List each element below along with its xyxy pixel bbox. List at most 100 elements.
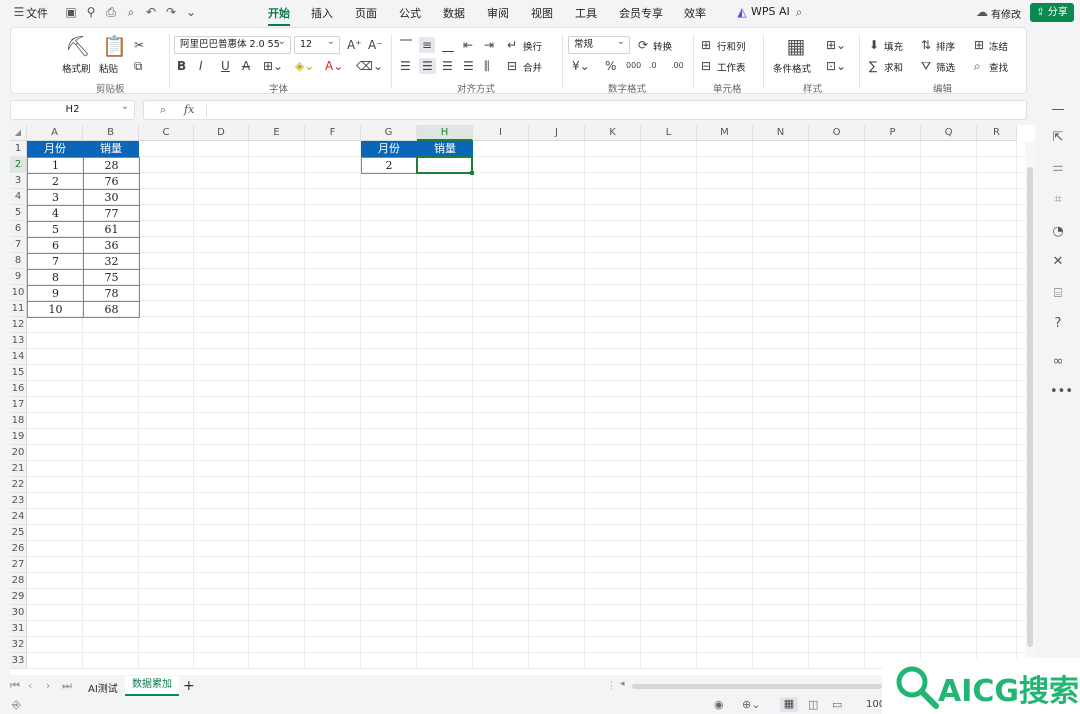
select-pointer-icon[interactable]: ⇱ — [1050, 130, 1066, 146]
table1-cell[interactable]: 7 — [27, 253, 84, 270]
table2-month-cell[interactable]: 2 — [361, 157, 417, 174]
normal-view-icon[interactable]: ▦ — [780, 697, 798, 712]
vertical-scroll-thumb[interactable] — [1027, 167, 1033, 647]
table1-cell[interactable]: 75 — [83, 269, 140, 286]
table-style-icon[interactable]: ⊡⌄ — [826, 60, 846, 72]
row-header-18[interactable]: 18 — [10, 413, 27, 429]
align-bottom-icon[interactable]: ⎽ — [442, 39, 454, 51]
column-header-o[interactable]: O — [809, 125, 865, 141]
table1-cell[interactable]: 61 — [83, 221, 140, 238]
sheet-tab-data-accumulate[interactable]: 数据累加 — [125, 676, 179, 696]
tab-home[interactable]: 开始 — [268, 5, 290, 26]
hscroll-left-icon[interactable]: ◂ — [620, 679, 625, 689]
row-header-26[interactable]: 26 — [10, 541, 27, 557]
table1-cell[interactable]: 1 — [27, 157, 84, 174]
column-header-a[interactable]: A — [27, 125, 83, 141]
last-sheet-icon[interactable]: ⏭ — [62, 679, 72, 693]
align-left-icon[interactable]: ☰ — [400, 60, 411, 72]
align-right-icon[interactable]: ☰ — [442, 60, 453, 72]
font-shrink-icon[interactable]: A⁻ — [368, 39, 383, 51]
increase-decimal-icon[interactable]: .0 — [649, 60, 657, 72]
column-header-k[interactable]: K — [585, 125, 641, 141]
conditional-format-button[interactable]: 条件格式 — [773, 61, 811, 75]
merge-button[interactable]: 合并 — [523, 60, 542, 74]
row-header-21[interactable]: 21 — [10, 461, 27, 477]
clear-format-icon[interactable]: ⌫⌄ — [356, 60, 383, 72]
file-menu[interactable]: 文件 — [26, 5, 48, 21]
table2-header-sales[interactable]: 销量 — [417, 141, 473, 157]
indent-increase-icon[interactable]: ⇥ — [484, 39, 494, 51]
table1-header-sales[interactable]: 销量 — [83, 141, 139, 157]
row-header-11[interactable]: 11 — [10, 301, 27, 317]
table1-cell[interactable]: 2 — [27, 173, 84, 190]
formula-input[interactable]: ⌕ fx — [143, 100, 1027, 120]
column-header-d[interactable]: D — [194, 125, 249, 141]
table1-header-month[interactable]: 月份 — [27, 141, 83, 157]
column-header-q[interactable]: Q — [921, 125, 977, 141]
page-layout-icon[interactable]: ◫ — [808, 698, 818, 711]
row-header-27[interactable]: 27 — [10, 557, 27, 573]
font-size-select[interactable]: 12 — [294, 34, 340, 54]
undo-icon[interactable]: ↶ — [144, 5, 158, 19]
wrap-text-button[interactable]: 换行 — [523, 39, 542, 53]
zoom-formula-icon[interactable]: ⌕ — [160, 103, 166, 117]
eye-protection-icon[interactable]: ◉ — [714, 698, 724, 711]
cut-icon[interactable]: ✂ — [134, 39, 144, 51]
first-sheet-icon[interactable]: ⏮ — [10, 679, 20, 693]
number-format-select[interactable]: 常规 — [568, 34, 630, 54]
row-header-10[interactable]: 10 — [10, 285, 27, 301]
tab-tools[interactable]: 工具 — [575, 5, 597, 21]
binoculars-icon[interactable]: ∞ — [1050, 354, 1066, 370]
tab-formula[interactable]: 公式 — [399, 5, 421, 21]
row-header-20[interactable]: 20 — [10, 445, 27, 461]
row-header-22[interactable]: 22 — [10, 477, 27, 493]
distribute-icon[interactable]: ⫼ — [484, 60, 490, 72]
spreadsheet-grid[interactable]: ◢ ABCDEFGHIJKLMNOPQR 1 2 3 4 5 6 7 8 9 10 11 12 13 14… — [10, 125, 1035, 675]
sort-button[interactable]: 排序 — [936, 39, 955, 53]
modified-status[interactable]: 有修改 — [991, 6, 1021, 21]
bold-icon[interactable]: B — [177, 60, 186, 72]
sheet-tab-ai-test[interactable]: AI测试 — [88, 680, 118, 695]
sum-button[interactable]: 求和 — [884, 60, 903, 74]
row-header-13[interactable]: 13 — [10, 333, 27, 349]
column-header-h[interactable]: H — [417, 125, 473, 141]
selected-cell-h2[interactable] — [416, 156, 473, 174]
row-header-14[interactable]: 14 — [10, 349, 27, 365]
row-header-6[interactable]: 6 — [10, 221, 27, 237]
worksheet-button[interactable]: 工作表 — [717, 60, 746, 74]
column-header-g[interactable]: G — [361, 125, 417, 141]
save-icon[interactable]: ▣ — [64, 5, 78, 19]
row-header-25[interactable]: 25 — [10, 525, 27, 541]
row-header-12[interactable]: 12 — [10, 317, 27, 333]
strikethrough-icon[interactable]: A — [242, 60, 250, 72]
column-header-i[interactable]: I — [473, 125, 529, 141]
freeze-button[interactable]: 冻结 — [989, 39, 1008, 53]
format-painter-button[interactable]: 格式刷 — [62, 61, 91, 75]
row-header-17[interactable]: 17 — [10, 397, 27, 413]
row-header-30[interactable]: 30 — [10, 605, 27, 621]
hscroll-split-icon[interactable]: ⋮ — [606, 679, 617, 692]
redo-icon[interactable]: ↷ — [164, 5, 178, 19]
indent-decrease-icon[interactable]: ⇤ — [463, 39, 473, 51]
row-header-8[interactable]: 8 — [10, 253, 27, 269]
column-header-r[interactable]: R — [977, 125, 1017, 141]
page-break-icon[interactable]: ▭ — [832, 698, 842, 711]
table1-cell[interactable]: 3 — [27, 189, 84, 206]
font-grow-icon[interactable]: A⁺ — [347, 39, 362, 51]
table1-cell[interactable]: 10 — [27, 301, 84, 318]
table2-header-month[interactable]: 月份 — [361, 141, 417, 157]
thousands-icon[interactable]: 000 — [626, 60, 641, 72]
add-sheet-icon[interactable]: + — [183, 678, 195, 694]
row-header-28[interactable]: 28 — [10, 573, 27, 589]
row-header-16[interactable]: 16 — [10, 381, 27, 397]
italic-icon[interactable]: I — [199, 60, 203, 72]
row-header-24[interactable]: 24 — [10, 509, 27, 525]
tab-insert[interactable]: 插入 — [311, 5, 333, 21]
table1-cell[interactable]: 36 — [83, 237, 140, 254]
align-center-icon[interactable]: ☰ — [419, 58, 436, 74]
help-icon[interactable]: ? — [1050, 316, 1066, 332]
cell-style-icon[interactable]: ⊞⌄ — [826, 39, 846, 51]
align-middle-icon[interactable]: ≡ — [419, 37, 436, 53]
name-box[interactable]: H2 — [10, 98, 135, 120]
more-icon[interactable]: ••• — [1050, 384, 1073, 400]
